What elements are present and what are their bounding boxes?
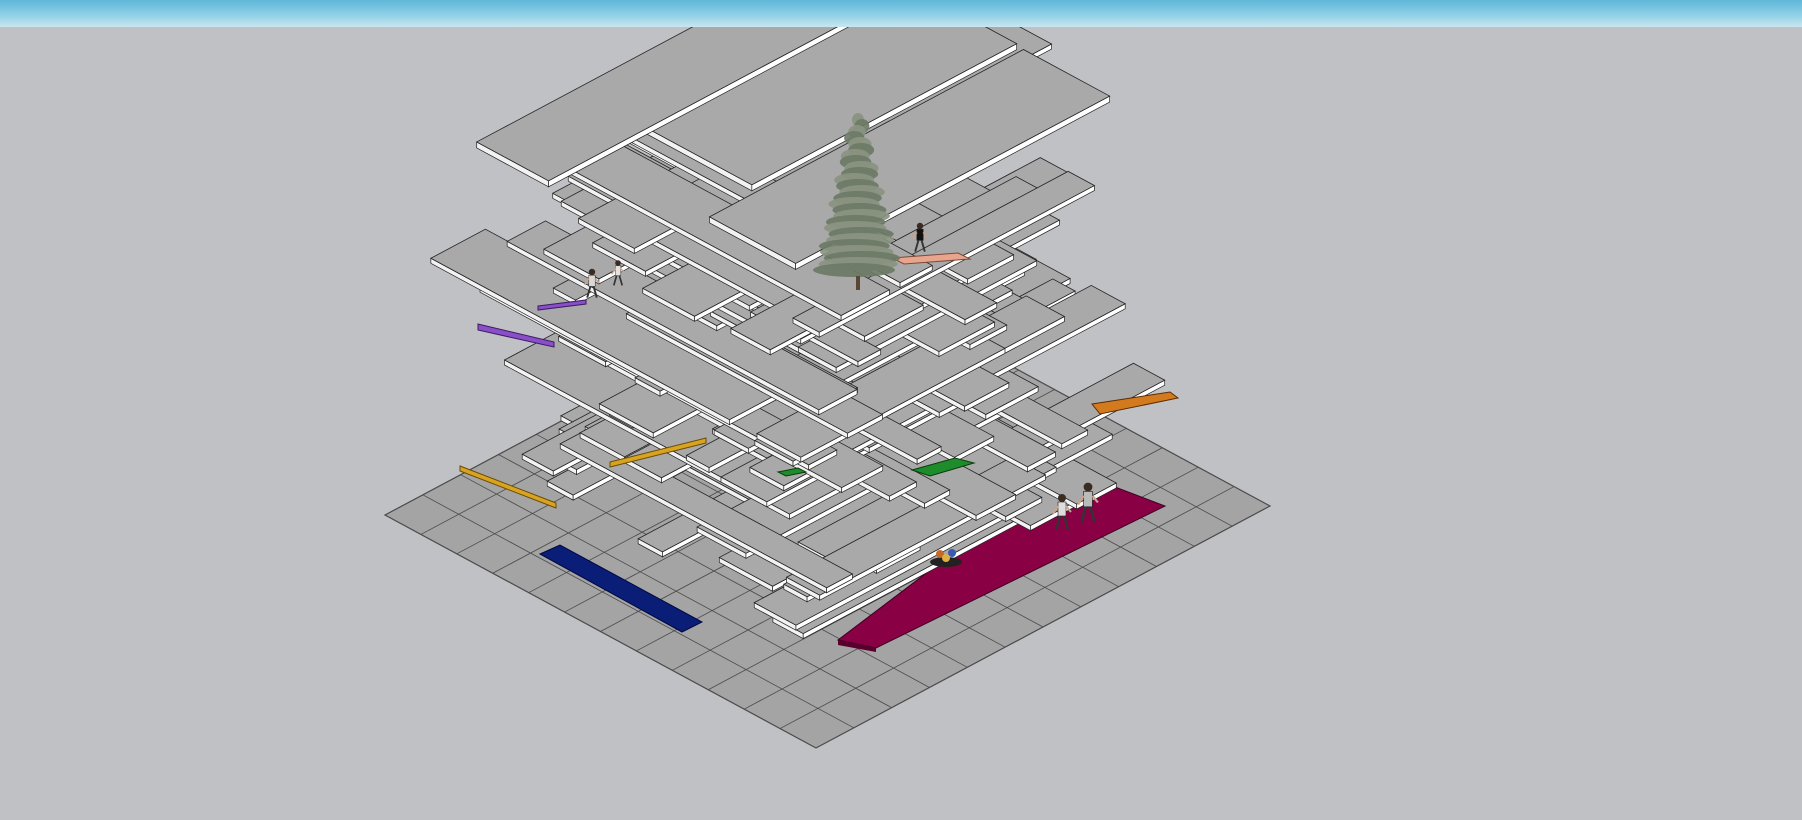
head	[1058, 494, 1066, 502]
head	[916, 222, 924, 230]
seated-person	[942, 554, 950, 562]
head	[588, 268, 596, 276]
head	[1083, 482, 1093, 492]
torso	[916, 228, 924, 241]
torso	[614, 265, 622, 276]
tree-foliage	[813, 263, 896, 277]
torso	[1083, 491, 1093, 508]
3d-viewport[interactable]	[0, 27, 1802, 820]
purple-slab	[477, 323, 555, 348]
model-canvas[interactable]	[0, 27, 1802, 820]
torso	[588, 274, 596, 287]
tree-trunk	[856, 276, 860, 290]
torso	[1057, 501, 1067, 517]
head	[615, 260, 621, 266]
sky-band	[0, 0, 1802, 27]
